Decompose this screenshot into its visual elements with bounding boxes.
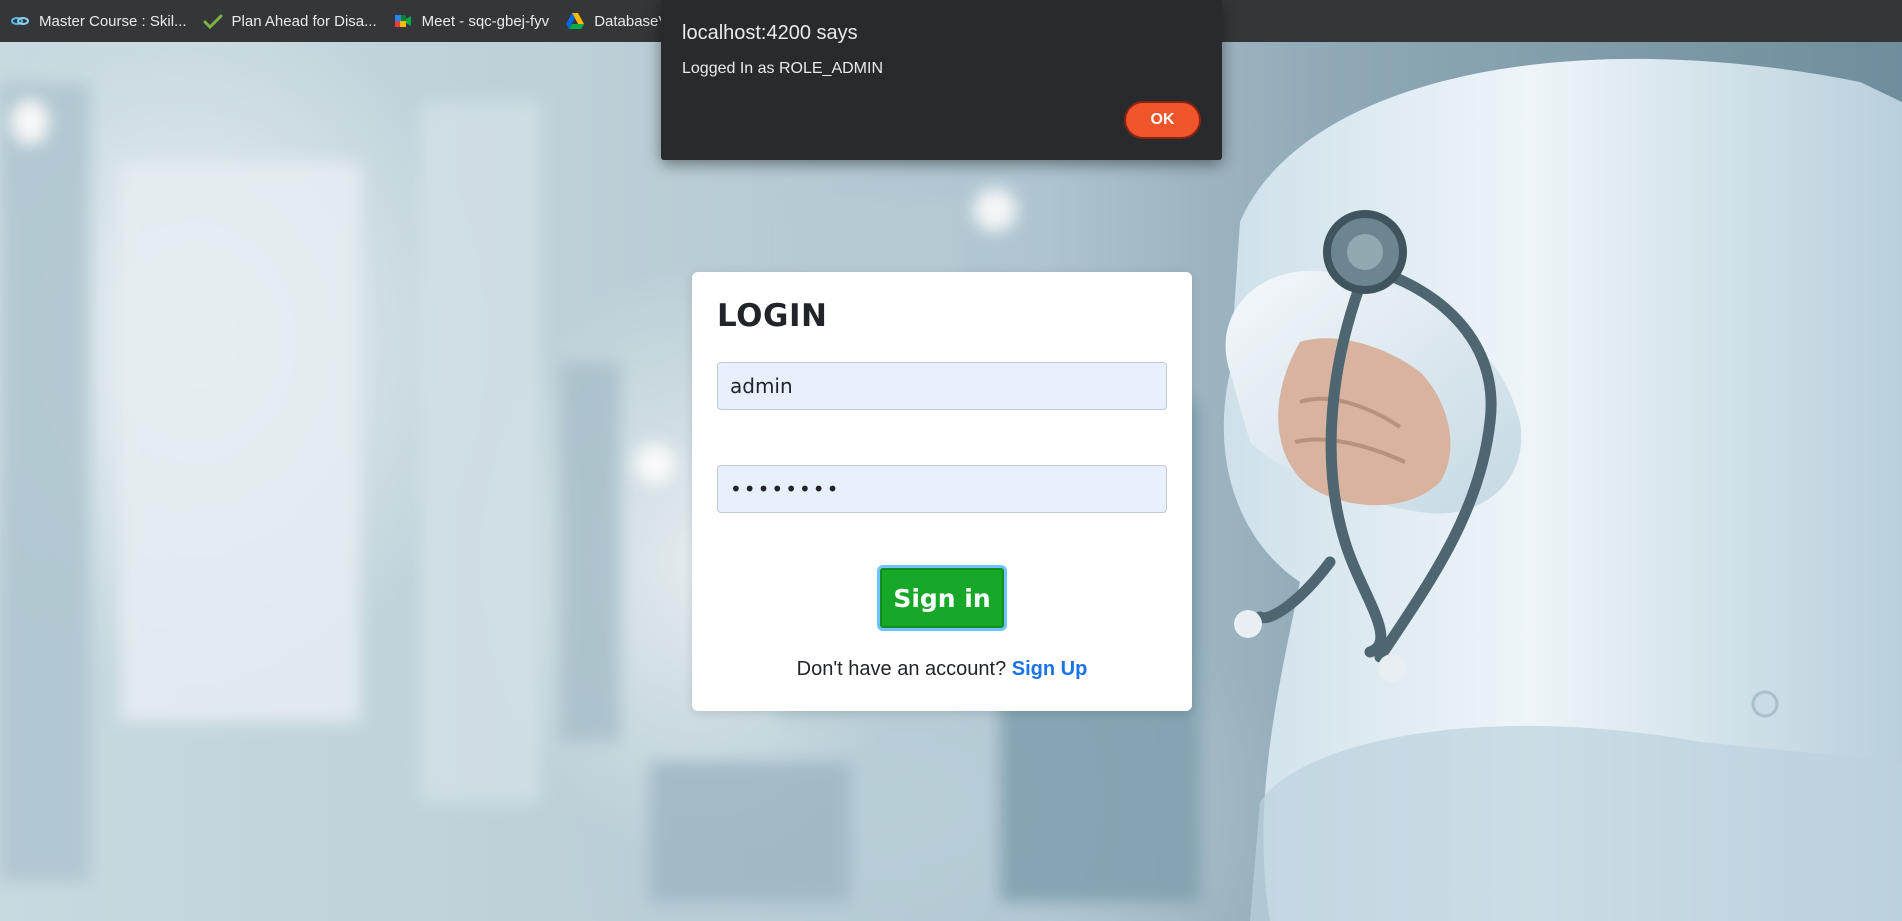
alert-title: localhost:4200 says (682, 22, 858, 44)
login-card: LOGIN Sign in Don't have an account? Sig… (692, 272, 1192, 711)
sign-in-button[interactable]: Sign in (877, 565, 1007, 631)
username-input[interactable] (717, 362, 1167, 410)
sign-up-link[interactable]: Sign Up (1012, 658, 1088, 680)
bookmark-label: Master Course : Skil... (39, 12, 187, 30)
link-icon (11, 17, 29, 25)
bookmark-master-course[interactable]: Master Course : Skil... (4, 5, 197, 37)
password-input[interactable] (717, 465, 1167, 513)
bookmark-label: Plan Ahead for Disa... (231, 12, 377, 30)
login-title: LOGIN (717, 298, 828, 334)
ok-button[interactable]: OK (1124, 101, 1201, 139)
drive-icon (566, 13, 585, 29)
meet-icon (394, 15, 411, 27)
bookmark-meet[interactable]: Meet - sqc-gbej-fyv (387, 5, 560, 37)
bookmark-label: DatabaseV (594, 12, 669, 30)
bookmark-label: Meet - sqc-gbej-fyv (421, 12, 550, 30)
bookmark-plan-ahead[interactable]: Plan Ahead for Disa... (197, 5, 387, 37)
alert-message: Logged In as ROLE_ADMIN (682, 60, 883, 77)
signup-line: Don't have an account? Sign Up (692, 658, 1192, 681)
checkmark-icon (203, 14, 223, 30)
signup-prompt: Don't have an account? (796, 658, 1007, 680)
alert-dialog: localhost:4200 says Logged In as ROLE_AD… (661, 0, 1222, 160)
